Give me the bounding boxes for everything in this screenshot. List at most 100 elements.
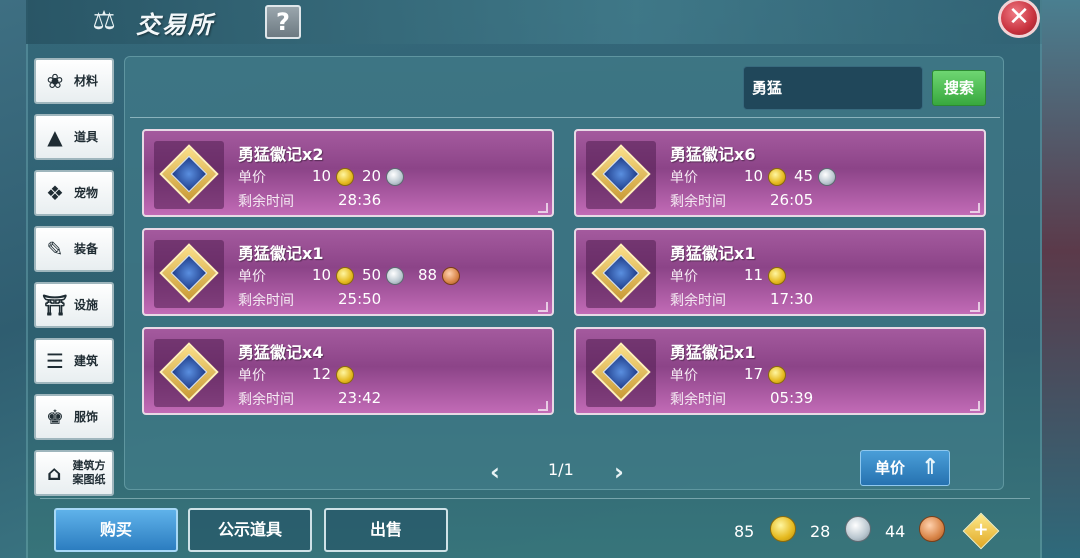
- sidebar-item-3[interactable]: ✎ 装备: [34, 226, 114, 272]
- unit-price-label: 单价: [238, 368, 266, 384]
- silver-balance: 28: [810, 522, 831, 541]
- valor-badge-icon: [159, 342, 219, 402]
- copper-balance: 44: [885, 522, 906, 541]
- gold-coin-icon: [768, 168, 786, 186]
- copper-coin-icon: [442, 267, 460, 285]
- item-name: 勇猛徽记x4: [238, 343, 324, 362]
- corner-mark: [538, 203, 548, 213]
- listing-card[interactable]: 勇猛徽记x4 单价 剩余时间 12 23:42: [142, 327, 554, 415]
- valor-badge-icon: [591, 342, 651, 402]
- sidebar-item-6[interactable]: ♚ 服饰: [34, 394, 114, 440]
- search-button[interactable]: 搜索: [932, 70, 986, 106]
- badge-gem: [602, 254, 640, 292]
- remaining-time-label: 剩余时间: [670, 293, 726, 309]
- plus-icon: +: [973, 519, 989, 540]
- listing-card[interactable]: 勇猛徽记x6 单价 剩余时间 10 45 26:05: [574, 129, 986, 217]
- valor-badge-icon: [591, 144, 651, 204]
- listing-card[interactable]: 勇猛徽记x1 单价 剩余时间 11 17:30: [574, 228, 986, 316]
- sidebar-item-1[interactable]: ▲ 道具: [34, 114, 114, 160]
- silver-coin-icon: [818, 168, 836, 186]
- help-button[interactable]: ?: [265, 5, 301, 39]
- sell-tab-button[interactable]: 出售: [324, 508, 448, 552]
- building-icon: ☰: [46, 349, 64, 373]
- badge-gem: [170, 155, 208, 193]
- sidebar-item-label: 服饰: [74, 410, 99, 424]
- blueprint-icon: ⌂: [47, 461, 62, 485]
- sidebar-item-label: 宠物: [74, 186, 99, 200]
- sort-label: 单价: [875, 459, 906, 477]
- sidebar-item-7[interactable]: ⌂ 建筑方案图纸: [34, 450, 114, 496]
- sidebar-item-4[interactable]: ⛩ 设施: [34, 282, 114, 328]
- item-slot: [154, 240, 224, 308]
- gold-coin-icon: [768, 267, 786, 285]
- price-gold: 10: [312, 266, 332, 284]
- unit-price-label: 单价: [238, 269, 266, 285]
- gold-coin-icon: [336, 366, 354, 384]
- unit-price-label: 单价: [670, 269, 698, 285]
- item-slot: [586, 339, 656, 407]
- sidebar-item-5[interactable]: ☰ 建筑: [34, 338, 114, 384]
- price-gold: 11: [744, 266, 764, 284]
- remaining-time: 05:39: [770, 389, 814, 407]
- price-gold: 10: [312, 167, 332, 185]
- price-gold: 12: [312, 365, 332, 383]
- valor-badge-icon: [591, 243, 651, 303]
- facility-icon: ⛩: [42, 293, 68, 317]
- prev-page-button[interactable]: ‹: [490, 458, 500, 486]
- valor-badge-icon: [159, 243, 219, 303]
- buy-tab-button[interactable]: 购买: [54, 508, 178, 552]
- price-gold: 10: [744, 167, 764, 185]
- corner-mark: [970, 203, 980, 213]
- corner-mark: [538, 302, 548, 312]
- badge-gem: [170, 254, 208, 292]
- sort-up-icon: ⇑: [921, 455, 940, 480]
- remaining-time-label: 剩余时间: [238, 194, 294, 210]
- price-silver: 45: [794, 167, 814, 185]
- badge-gem: [170, 353, 208, 391]
- remaining-time-label: 剩余时间: [670, 194, 726, 210]
- item-name: 勇猛徽记x6: [670, 145, 756, 164]
- sidebar-item-label: 道具: [74, 130, 99, 144]
- price-silver: 20: [362, 167, 382, 185]
- remaining-time: 25:50: [338, 290, 382, 308]
- search-input[interactable]: 勇猛: [743, 66, 923, 110]
- item-icon: ▲: [47, 125, 63, 149]
- sidebar-item-2[interactable]: ❖ 宠物: [34, 170, 114, 216]
- valor-badge-icon: [159, 144, 219, 204]
- badge-gem: [602, 155, 640, 193]
- gold-coin-icon: [768, 366, 786, 384]
- background-scenery: [1040, 0, 1080, 558]
- remaining-time-label: 剩余时间: [238, 293, 294, 309]
- item-name: 勇猛徽记x2: [238, 145, 324, 164]
- unit-price-label: 单价: [238, 170, 266, 186]
- gold-coin-icon: [336, 267, 354, 285]
- scale-icon: ⚖: [92, 6, 116, 36]
- silver-coin-icon: [386, 267, 404, 285]
- listing-card[interactable]: 勇猛徽记x2 单价剩余时间 10 20 28:36: [142, 129, 554, 217]
- pet-paw-icon: ❖: [46, 181, 64, 205]
- divider: [130, 117, 1000, 118]
- unit-price-label: 单价: [670, 170, 698, 186]
- item-name: 勇猛徽记x1: [238, 244, 324, 263]
- listing-card[interactable]: 勇猛徽记x1 单价 剩余时间 17 05:39: [574, 327, 986, 415]
- remaining-time-label: 剩余时间: [670, 392, 726, 408]
- sort-by-price-button[interactable]: 单价 ⇑: [860, 450, 950, 486]
- item-name: 勇猛徽记x1: [670, 244, 756, 263]
- next-page-button[interactable]: ›: [614, 458, 624, 486]
- remaining-time: 23:42: [338, 389, 382, 407]
- public-items-tab-button[interactable]: 公示道具: [188, 508, 312, 552]
- gold-coin-icon: [336, 168, 354, 186]
- sidebar-item-0[interactable]: ❀ 材料: [34, 58, 114, 104]
- price-silver: 50: [362, 266, 382, 284]
- silver-coin-icon: [845, 516, 871, 542]
- silver-coin-icon: [386, 168, 404, 186]
- corner-mark: [538, 401, 548, 411]
- listing-card[interactable]: 勇猛徽记x1 单价 剩余时间 10 50 88 25:50: [142, 228, 554, 316]
- item-slot: [586, 240, 656, 308]
- item-slot: [586, 141, 656, 209]
- sidebar-item-label: 建筑方案图纸: [72, 459, 106, 486]
- sidebar-item-label: 设施: [74, 298, 99, 312]
- unit-price-label: 单价: [670, 368, 698, 384]
- remaining-time: 28:36: [338, 191, 382, 209]
- corner-mark: [970, 401, 980, 411]
